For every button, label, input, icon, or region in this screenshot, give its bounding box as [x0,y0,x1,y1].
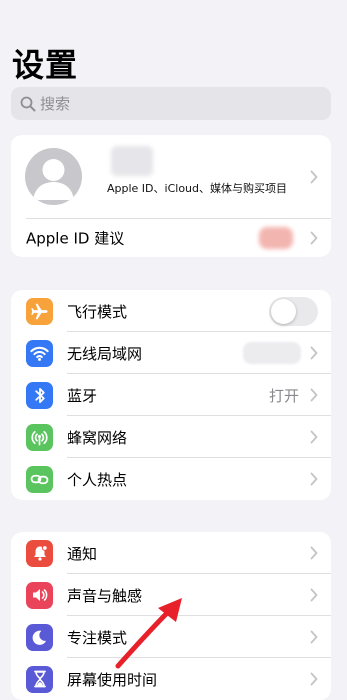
apple-id-row[interactable]: Apple ID、iCloud、媒体与购买项目 [11,135,331,219]
screen-time-label: 屏幕使用时间 [67,670,158,689]
suggestion-badge-redacted [259,227,293,249]
chevron-right-icon [310,430,318,444]
apple-id-suggestions-label: Apple ID 建议 [26,229,125,248]
chevron-right-icon [310,346,318,360]
bluetooth-row[interactable]: 蓝牙 打开 [11,374,331,416]
bluetooth-label: 蓝牙 [67,386,98,405]
speaker-icon [26,581,53,609]
airplane-mode-toggle[interactable] [269,297,318,326]
focus-row[interactable]: 专注模式 [11,616,331,658]
screen-time-row[interactable]: 屏幕使用时间 [11,658,331,700]
wifi-label: 无线局域网 [67,344,143,363]
chevron-right-icon [310,672,318,686]
chevron-right-icon [310,472,318,486]
cellular-icon [26,423,53,451]
hourglass-icon [26,665,53,693]
focus-label: 专注模式 [67,628,128,647]
bell-icon [26,539,53,567]
chevron-right-icon [310,170,318,184]
cellular-label: 蜂窝网络 [67,428,128,447]
hotspot-icon [26,465,53,493]
chevron-right-icon [310,388,318,402]
personal-hotspot-label: 个人热点 [67,470,128,489]
chevron-right-icon [310,546,318,560]
airplane-mode-row[interactable]: 飞行模式 [11,290,331,332]
search-icon [20,96,36,111]
account-name-redacted [111,146,153,176]
chevron-right-icon [310,588,318,602]
airplane-mode-label: 飞行模式 [67,302,128,321]
airplane-icon [26,297,53,325]
notifications-group: 通知 声音与触感 专注模式 屏幕使用时间 [11,532,331,700]
search-field[interactable]: 搜索 [11,87,331,120]
notifications-label: 通知 [67,544,98,563]
wifi-icon [26,339,53,367]
wifi-network-name-redacted [243,342,301,364]
connectivity-group: 飞行模式 无线局域网 蓝牙 打开 蜂窝网络 个人热点 [11,290,331,500]
profile-subtitle: Apple ID、iCloud、媒体与购买项目 [107,182,288,195]
chevron-right-icon [310,231,318,245]
toggle-knob [271,299,296,324]
cellular-row[interactable]: 蜂窝网络 [11,416,331,458]
apple-id-suggestions-row[interactable]: Apple ID 建议 [11,219,331,257]
personal-hotspot-row[interactable]: 个人热点 [11,458,331,500]
person-silhouette-icon [33,159,74,200]
search-placeholder: 搜索 [40,95,71,113]
moon-icon [26,623,53,651]
bluetooth-icon [26,381,53,409]
wifi-row[interactable]: 无线局域网 [11,332,331,374]
page-title: 设置 [12,46,79,84]
profile-card: Apple ID、iCloud、媒体与购买项目 Apple ID 建议 [11,135,331,257]
avatar [25,148,82,205]
chevron-right-icon [310,630,318,644]
sounds-haptics-row[interactable]: 声音与触感 [11,574,331,616]
notifications-row[interactable]: 通知 [11,532,331,574]
sounds-haptics-label: 声音与触感 [67,586,143,605]
bluetooth-status: 打开 [268,386,299,405]
